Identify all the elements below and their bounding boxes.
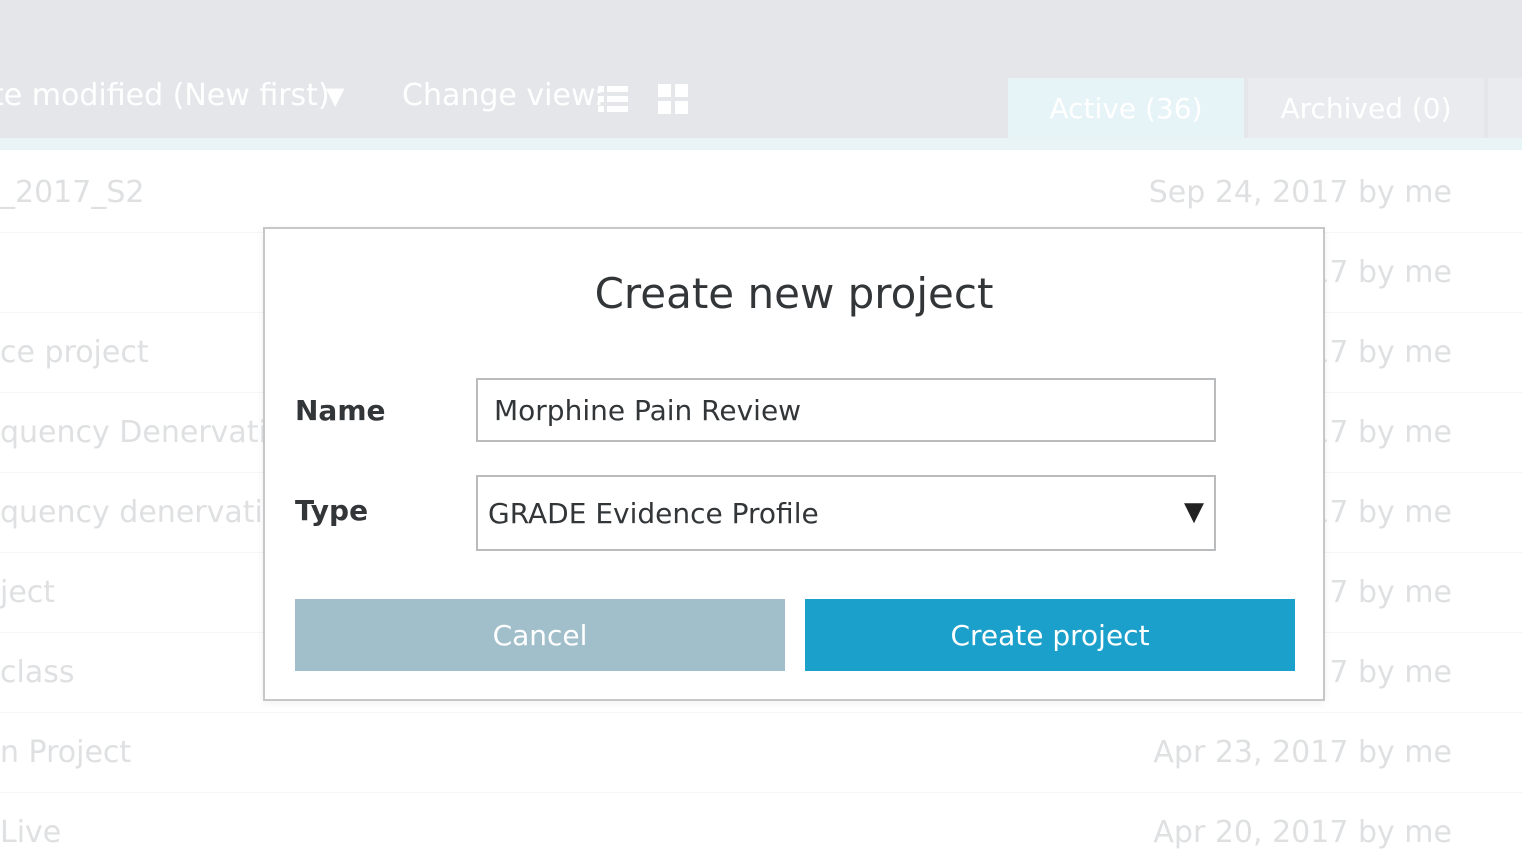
project-name-input[interactable]	[476, 378, 1216, 442]
create-project-button[interactable]: Create project	[805, 599, 1295, 671]
project-type-select[interactable]: GRADE Evidence Profile ▼	[476, 475, 1216, 551]
project-type-value: GRADE Evidence Profile	[488, 497, 819, 530]
dialog-title: Create new project	[594, 269, 994, 318]
name-label: Name	[295, 394, 386, 427]
type-label: Type	[295, 494, 369, 527]
chevron-down-icon: ▼	[1184, 497, 1204, 527]
create-project-dialog: Create new project Name Type GRADE Evide…	[263, 227, 1325, 701]
cancel-button[interactable]: Cancel	[295, 599, 785, 671]
